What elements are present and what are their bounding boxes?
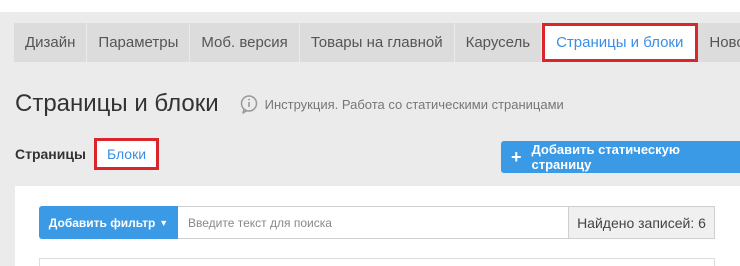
page-title: Страницы и блоки	[15, 90, 219, 117]
tab-design[interactable]: Дизайн	[14, 23, 88, 62]
tab-carousel[interactable]: Карусель	[454, 23, 543, 62]
help-link-text: Инструкция. Работа со статическими стран…	[264, 96, 564, 112]
subnav-blocks-link[interactable]: Блоки	[93, 138, 160, 170]
add-static-page-label: Добавить статическую страницу	[531, 142, 680, 172]
search-input[interactable]	[178, 206, 569, 239]
subnav: Страницы Блоки	[15, 138, 160, 170]
content-panel: Добавить фильтр ▼ Найдено записей: 6	[15, 186, 740, 266]
plus-icon: +	[511, 147, 522, 167]
filter-bar: Добавить фильтр ▼ Найдено записей: 6	[39, 206, 715, 239]
help-link[interactable]: Инструкция. Работа со статическими стран…	[239, 94, 564, 114]
add-static-page-button[interactable]: + Добавить статическую страницу	[501, 141, 740, 173]
tab-parameters[interactable]: Параметры	[87, 23, 191, 62]
subnav-pages-label: Страницы	[15, 146, 86, 162]
table-top-edge	[39, 258, 715, 266]
info-bubble-icon	[240, 95, 257, 114]
add-filter-button[interactable]: Добавить фильтр ▼	[39, 206, 178, 239]
add-filter-label: Добавить фильтр	[48, 215, 156, 230]
tab-news[interactable]: Новости	[698, 23, 740, 62]
caret-down-icon: ▼	[159, 217, 169, 228]
tab-mobile-version[interactable]: Моб. версия	[190, 23, 300, 62]
tab-featured-products[interactable]: Товары на главной	[299, 23, 455, 62]
tab-pages-and-blocks[interactable]: Страницы и блоки	[542, 23, 699, 62]
records-found-count: Найдено записей: 6	[569, 206, 715, 239]
tab-bar: Дизайн Параметры Моб. версия Товары на г…	[14, 23, 740, 62]
title-row: Страницы и блоки Инструкция. Работа со с…	[15, 90, 564, 118]
